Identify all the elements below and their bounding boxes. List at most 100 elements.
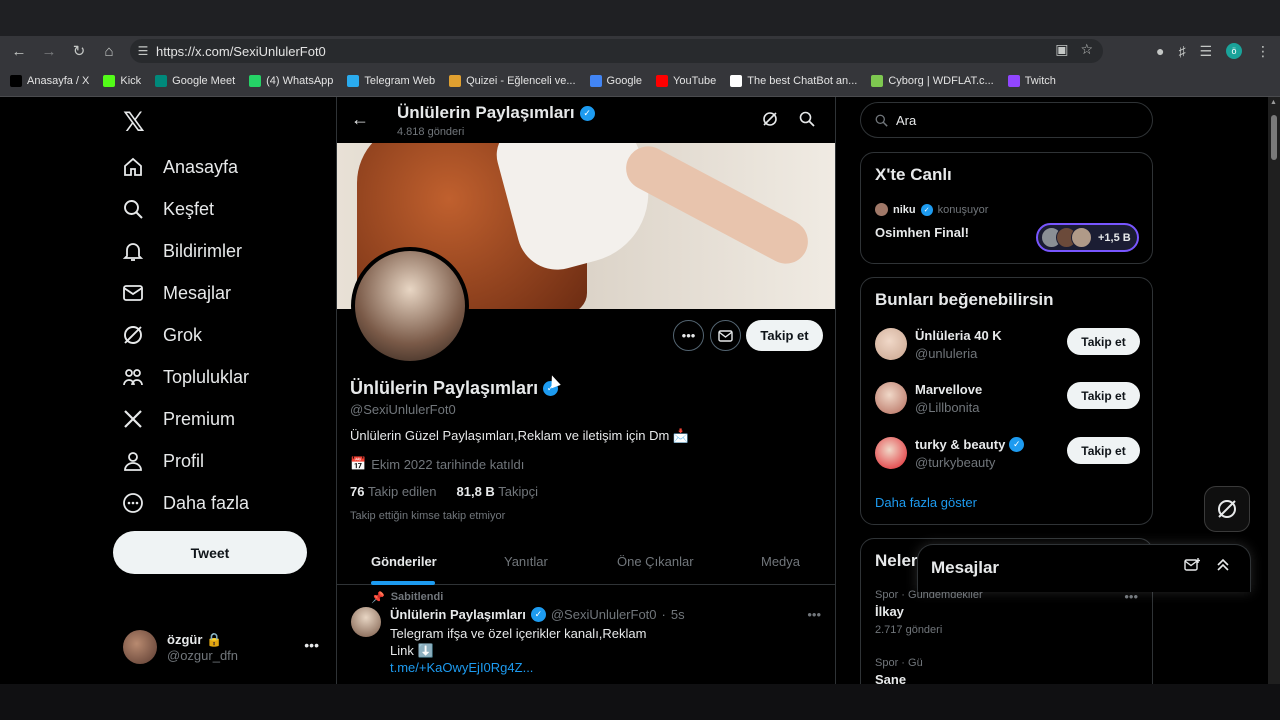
- scrollbar-thumb[interactable]: [1271, 115, 1277, 160]
- nav-item-label: Mesajlar: [163, 282, 232, 303]
- page-scrollbar[interactable]: ▲: [1268, 97, 1280, 684]
- avatar[interactable]: [875, 328, 907, 360]
- more-options-button[interactable]: •••: [673, 320, 704, 351]
- bookmark-item[interactable]: Quizei - Eğlenceli ve...: [449, 75, 576, 87]
- nav-item-x-premium[interactable]: Premium: [121, 402, 235, 436]
- show-more-link[interactable]: Daha fazla göster: [875, 495, 977, 510]
- calendar-icon: 📅: [350, 456, 367, 471]
- extension-toggle-icon[interactable]: ●: [1156, 43, 1164, 59]
- bookmarks-bar: Anasayfa / X Kick Google Meet (4) WhatsApp T…: [0, 66, 1280, 97]
- post-avatar[interactable]: [351, 607, 381, 637]
- account-more-icon[interactable]: •••: [304, 637, 319, 653]
- post-handle[interactable]: @SexiUnlulerFot0: [551, 607, 657, 622]
- bookmark-item[interactable]: Telegram Web: [347, 75, 435, 87]
- profile-tabs: Gönderiler Yanıtlar Öne Çıkanlar Medya: [337, 537, 835, 585]
- nav-item-communities[interactable]: Topluluklar: [121, 360, 249, 394]
- nav-item-more-circle[interactable]: Daha fazla: [121, 486, 249, 520]
- tab-highlights[interactable]: Öne Çıkanlar: [617, 554, 694, 569]
- account-switcher[interactable]: özgür 🔒 @ozgur_dfn •••: [123, 627, 323, 667]
- tab-posts[interactable]: Gönderiler: [371, 554, 437, 569]
- suggestion-item[interactable]: Marvellove @Lillbonita Takip et: [875, 380, 1140, 420]
- search-icon[interactable]: [799, 111, 815, 132]
- lock-icon: 🔒: [206, 631, 223, 647]
- avatar[interactable]: [875, 382, 907, 414]
- tweet-button[interactable]: Tweet: [113, 531, 307, 574]
- expand-drawer-icon[interactable]: [1216, 558, 1230, 575]
- pinned-post[interactable]: 📌 Sabitlendi Ünlülerin Paylaşımları ✓ @S…: [337, 587, 835, 684]
- space-title[interactable]: Osimhen Final!: [875, 225, 969, 240]
- bookmark-item[interactable]: (4) WhatsApp: [249, 75, 333, 87]
- install-app-icon[interactable]: ▣: [1055, 41, 1068, 58]
- bookmark-star-icon[interactable]: ☆: [1080, 41, 1093, 58]
- suggestion-item[interactable]: turky & beauty ✓ @turkybeauty Takip et: [875, 435, 1140, 475]
- nav-item-label: Topluluklar: [163, 366, 250, 387]
- trend-name[interactable]: İlkay: [875, 604, 904, 619]
- account-handle: @ozgur_dfn: [167, 647, 239, 663]
- tab-media[interactable]: Medya: [761, 554, 800, 569]
- bookmark-item[interactable]: Anasayfa / X: [10, 75, 89, 87]
- live-host[interactable]: niku ✓ konuşuyor: [875, 203, 988, 216]
- back-icon[interactable]: ←: [4, 36, 34, 66]
- post-author[interactable]: Ünlülerin Paylaşımları: [390, 607, 526, 622]
- nav-item-grok[interactable]: Grok: [121, 318, 202, 352]
- bookmark-item[interactable]: The best ChatBot an...: [730, 75, 857, 87]
- profile-avatar-icon[interactable]: ö: [1226, 43, 1242, 59]
- post-header: Ünlülerin Paylaşımları ✓ @SexiUnlulerFot…: [390, 607, 685, 622]
- nav-item-mail[interactable]: Mesajlar: [121, 276, 231, 310]
- avatar[interactable]: [875, 437, 907, 469]
- search-input[interactable]: Ara: [860, 102, 1153, 138]
- nav-item-search[interactable]: Keşfet: [121, 192, 214, 226]
- search-icon: [121, 197, 145, 221]
- followers-link[interactable]: 81,8 B Takipçi: [457, 484, 538, 499]
- browser-toolbar: ← → ↻ ⌂ ☰ https://x.com/SexiUnlulerFot0 …: [0, 36, 1280, 66]
- reload-icon[interactable]: ↻: [64, 36, 94, 66]
- site-settings-icon[interactable]: ☰: [130, 44, 156, 58]
- reading-list-icon[interactable]: ☰: [1199, 43, 1212, 60]
- messages-drawer[interactable]: Mesajlar: [917, 544, 1251, 592]
- suggestions-title: Bunları beğenebilirsin: [875, 290, 1054, 309]
- grok-icon[interactable]: [762, 111, 778, 132]
- home-icon[interactable]: ⌂: [94, 36, 124, 66]
- x-logo-icon[interactable]: 𝕏: [123, 107, 145, 138]
- post-link[interactable]: t.me/+KaOwyEjI0Rg4Z...: [390, 659, 646, 676]
- follow-button[interactable]: Takip et: [746, 320, 823, 351]
- bookmark-item[interactable]: Google Meet: [155, 75, 235, 87]
- profile-bio: Ünlülerin Güzel Paylaşımları,Reklam ve i…: [350, 428, 690, 443]
- cyborg-icon: [871, 75, 884, 87]
- suggestion-item[interactable]: Ünlüleria 40 K @unluleria Takip et: [875, 326, 1140, 366]
- profile-avatar[interactable]: [351, 247, 469, 365]
- grok-floating-button[interactable]: [1204, 486, 1250, 532]
- extensions-puzzle-icon[interactable]: ♯: [1178, 43, 1185, 59]
- tab-replies[interactable]: Yanıtlar: [504, 554, 548, 569]
- message-button[interactable]: [710, 320, 741, 351]
- post-time[interactable]: 5s: [671, 607, 685, 622]
- nav-item-person[interactable]: Profil: [121, 444, 204, 478]
- nav-item-bell[interactable]: Bildirimler: [121, 234, 242, 268]
- browser-menu-icon[interactable]: ⋮: [1256, 43, 1270, 60]
- nav-item-label: Grok: [163, 324, 203, 345]
- post-more-icon[interactable]: •••: [807, 607, 821, 622]
- address-bar[interactable]: ☰ https://x.com/SexiUnlulerFot0 ▣ ☆: [130, 39, 1103, 63]
- following-link[interactable]: 76 Takip edilen: [350, 484, 437, 499]
- follow-button[interactable]: Takip et: [1067, 328, 1140, 355]
- bookmark-item[interactable]: Google: [589, 75, 642, 87]
- new-message-icon[interactable]: [1184, 558, 1200, 575]
- suggestion-name[interactable]: Ünlüleria 40 K: [915, 328, 1002, 343]
- back-arrow-icon[interactable]: ←: [351, 109, 369, 130]
- trend-name[interactable]: Sane: [875, 672, 906, 684]
- scroll-up-icon[interactable]: ▲: [1270, 99, 1277, 106]
- bookmark-item[interactable]: Kick: [103, 75, 141, 87]
- nav-item-home[interactable]: Anasayfa: [121, 150, 238, 184]
- nav-item-label: Keşfet: [163, 198, 215, 219]
- bookmark-item[interactable]: YouTube: [656, 75, 716, 87]
- bookmark-item[interactable]: Cyborg | WDFLAT.c...: [871, 75, 994, 87]
- suggestion-name[interactable]: turky & beauty ✓: [915, 437, 1025, 452]
- follow-button[interactable]: Takip et: [1067, 382, 1140, 409]
- follow-button[interactable]: Takip et: [1067, 437, 1140, 464]
- forward-icon[interactable]: →: [34, 36, 64, 66]
- space-listeners-pill[interactable]: +1,5 B: [1036, 223, 1139, 252]
- url-text[interactable]: https://x.com/SexiUnlulerFot0: [156, 44, 326, 59]
- bookmark-label: Anasayfa / X: [27, 75, 90, 87]
- suggestion-name[interactable]: Marvellove: [915, 382, 982, 397]
- bookmark-item[interactable]: Twitch: [1007, 75, 1056, 87]
